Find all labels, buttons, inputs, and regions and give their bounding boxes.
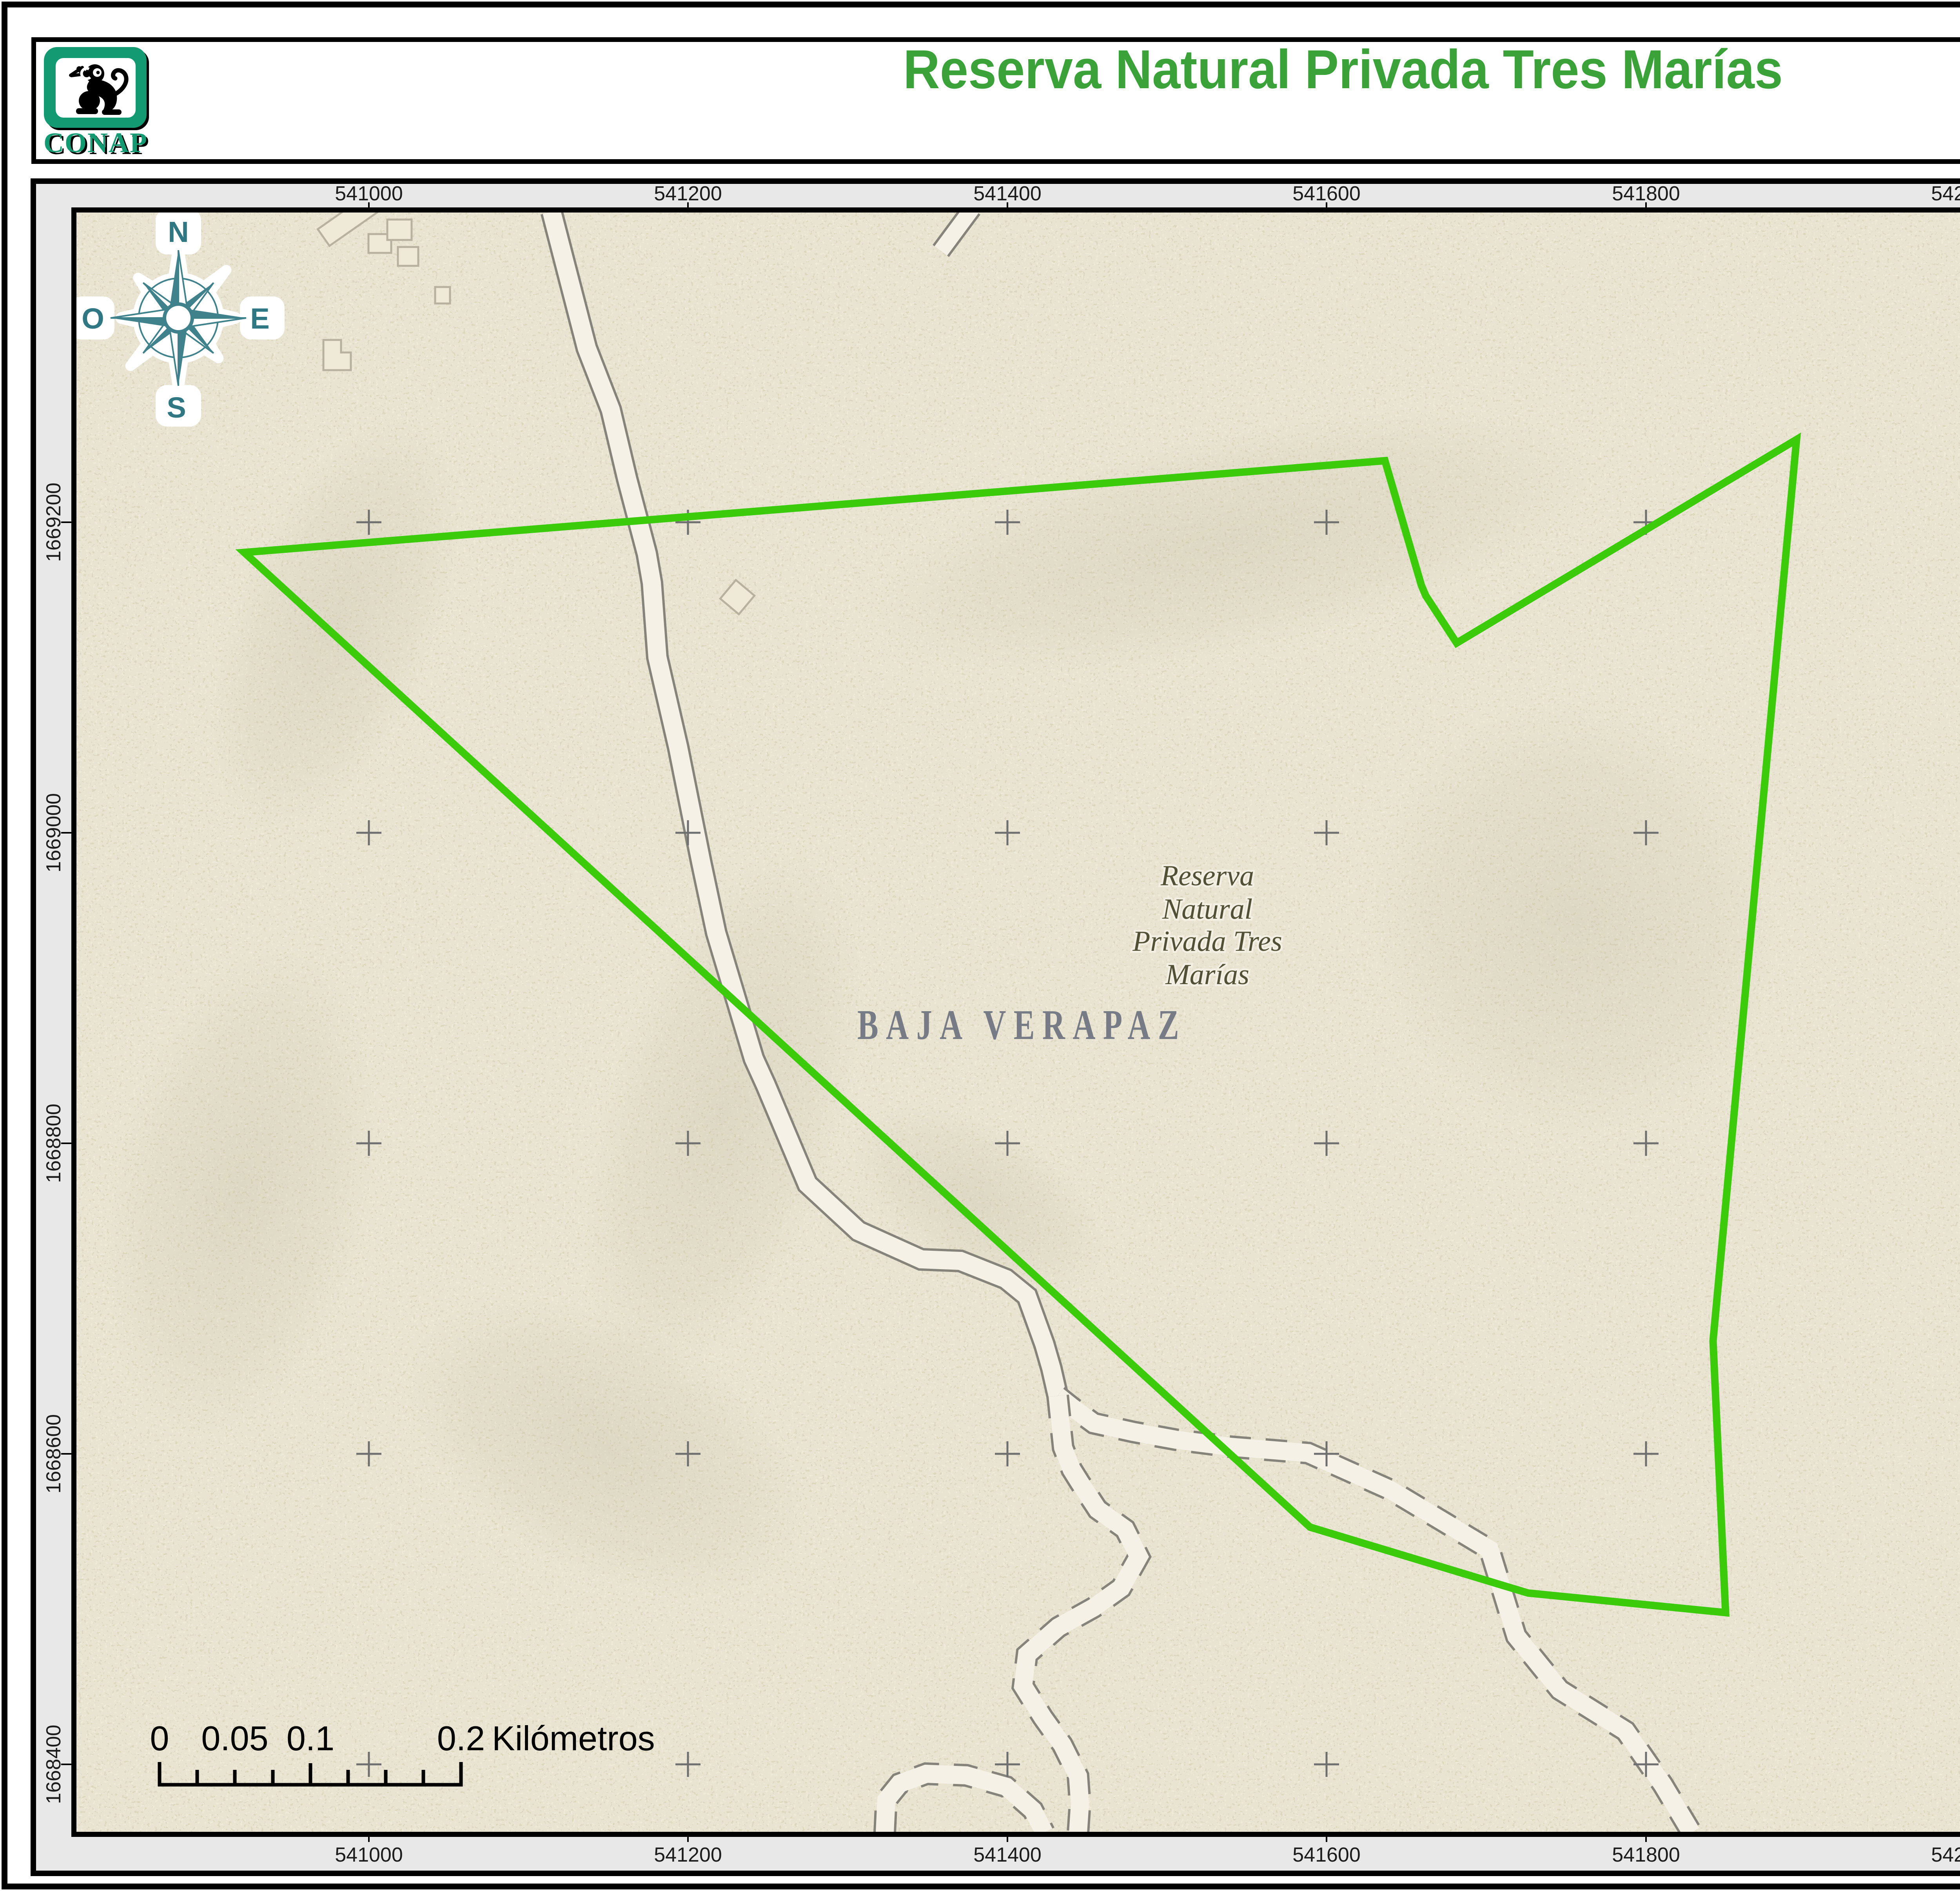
svg-text:0.1: 0.1	[287, 1719, 334, 1758]
svg-text:BAJA VERAPAZ: BAJA VERAPAZ	[857, 1002, 1187, 1048]
svg-text:Privada Tres: Privada Tres	[1132, 925, 1282, 957]
svg-text:CONAP: CONAP	[44, 127, 148, 158]
svg-text:0: 0	[150, 1719, 169, 1758]
svg-text:Natural: Natural	[1162, 893, 1252, 925]
svg-text:Reserva: Reserva	[1160, 860, 1254, 892]
svg-text:0.05: 0.05	[201, 1719, 268, 1758]
svg-text:0.2: 0.2	[437, 1719, 485, 1758]
svg-text:Kilómetros: Kilómetros	[492, 1719, 655, 1758]
svg-text:Reserva Natural Privada Tres M: Reserva Natural Privada Tres Marías	[903, 38, 1783, 100]
svg-text:Marías: Marías	[1165, 959, 1249, 991]
svg-text:S: S	[167, 391, 186, 424]
svg-text:E: E	[250, 302, 269, 335]
svg-text:O: O	[82, 302, 104, 335]
svg-text:N: N	[168, 216, 189, 248]
